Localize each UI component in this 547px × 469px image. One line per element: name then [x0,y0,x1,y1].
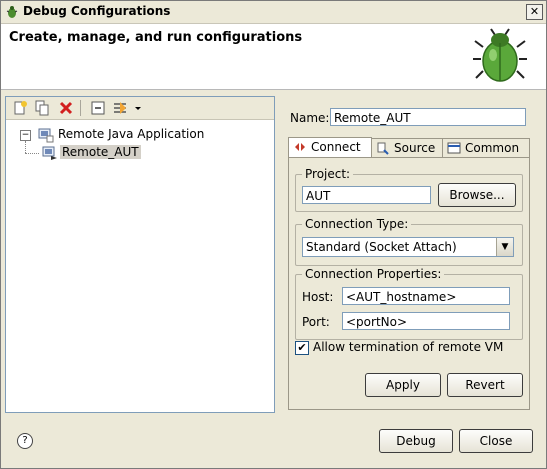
close-button[interactable]: Close [459,429,533,453]
delete-config-icon[interactable] [58,100,74,116]
tree-connector [25,141,27,153]
close-window-button[interactable]: ✕ [526,4,543,20]
debug-app-icon [6,6,18,18]
remote-java-icon [38,128,54,143]
browse-button[interactable]: Browse... [438,183,516,207]
banner-title: Create, manage, and run configurations [9,30,303,45]
connection-type-group: Connection Type: Standard (Socket Attach… [295,217,523,266]
window-title: Debug Configurations [23,4,171,18]
connection-properties-title: Connection Properties: [302,267,445,281]
name-label: Name: [290,111,330,125]
host-field[interactable]: <AUT_hostname> [342,287,510,305]
project-group: Project: AUT Browse... [295,167,523,212]
common-icon [447,142,461,154]
connection-type-title: Connection Type: [302,217,412,231]
tree-connector [25,153,39,155]
port-field[interactable]: <portNo> [342,312,510,330]
debug-configurations-window: Debug Configurations ✕ Create, manage, a… [0,0,547,469]
tab-common[interactable]: Common [442,138,530,158]
header-banner: Create, manage, and run configurations [1,24,546,90]
remote-config-icon [42,146,57,160]
tab-source[interactable]: Source [371,138,443,158]
tab-label: Connect [311,140,361,154]
filter-icon[interactable] [112,100,128,116]
tree-item-remote-aut[interactable]: Remote_AUT [42,145,162,161]
project-group-title: Project: [302,167,354,181]
allow-termination-label[interactable]: Allow termination of remote VM [313,340,503,354]
name-field[interactable]: Remote_AUT [330,108,526,126]
tab-connect[interactable]: Connect [288,137,372,158]
tree-toolbar [6,97,274,120]
apply-button[interactable]: Apply [365,373,441,397]
toolbar-separator [80,100,81,116]
source-icon [377,142,389,155]
dropdown-arrow-icon[interactable] [134,100,142,116]
project-field[interactable]: AUT [302,186,431,204]
help-icon[interactable]: ? [17,433,33,449]
tree-item-label: Remote_AUT [60,145,141,159]
connection-type-value: Standard (Socket Attach) [306,240,457,254]
debug-button[interactable]: Debug [379,429,453,453]
connect-icon [295,143,305,151]
connection-properties-group: Connection Properties: Host: <AUT_hostna… [295,267,523,340]
new-config-icon[interactable] [12,100,28,116]
duplicate-config-icon[interactable] [34,100,50,116]
debug-bug-icon [473,28,527,82]
connect-tab-panel: Project: AUT Browse... Connection Type: … [288,157,530,410]
chevron-down-icon[interactable]: ▼ [496,238,513,256]
host-label: Host: [302,290,334,304]
collapse-toggle[interactable]: − [20,130,31,141]
port-label: Port: [302,315,330,329]
collapse-all-icon[interactable] [90,100,106,116]
revert-button[interactable]: Revert [447,373,523,397]
tab-label: Source [394,141,436,155]
tab-label: Common [465,141,520,155]
tree-item-label: Remote Java Application [58,127,205,141]
connection-type-select[interactable]: Standard (Socket Attach) ▼ [302,237,514,257]
tree-item-remote-java-application[interactable]: − Remote Java Application [20,127,260,143]
allow-termination-checkbox[interactable]: ✔ [295,341,309,355]
title-bar: Debug Configurations ✕ [1,1,546,24]
configuration-tree-pane: − Remote Java Application Remote_AUT [5,96,275,413]
